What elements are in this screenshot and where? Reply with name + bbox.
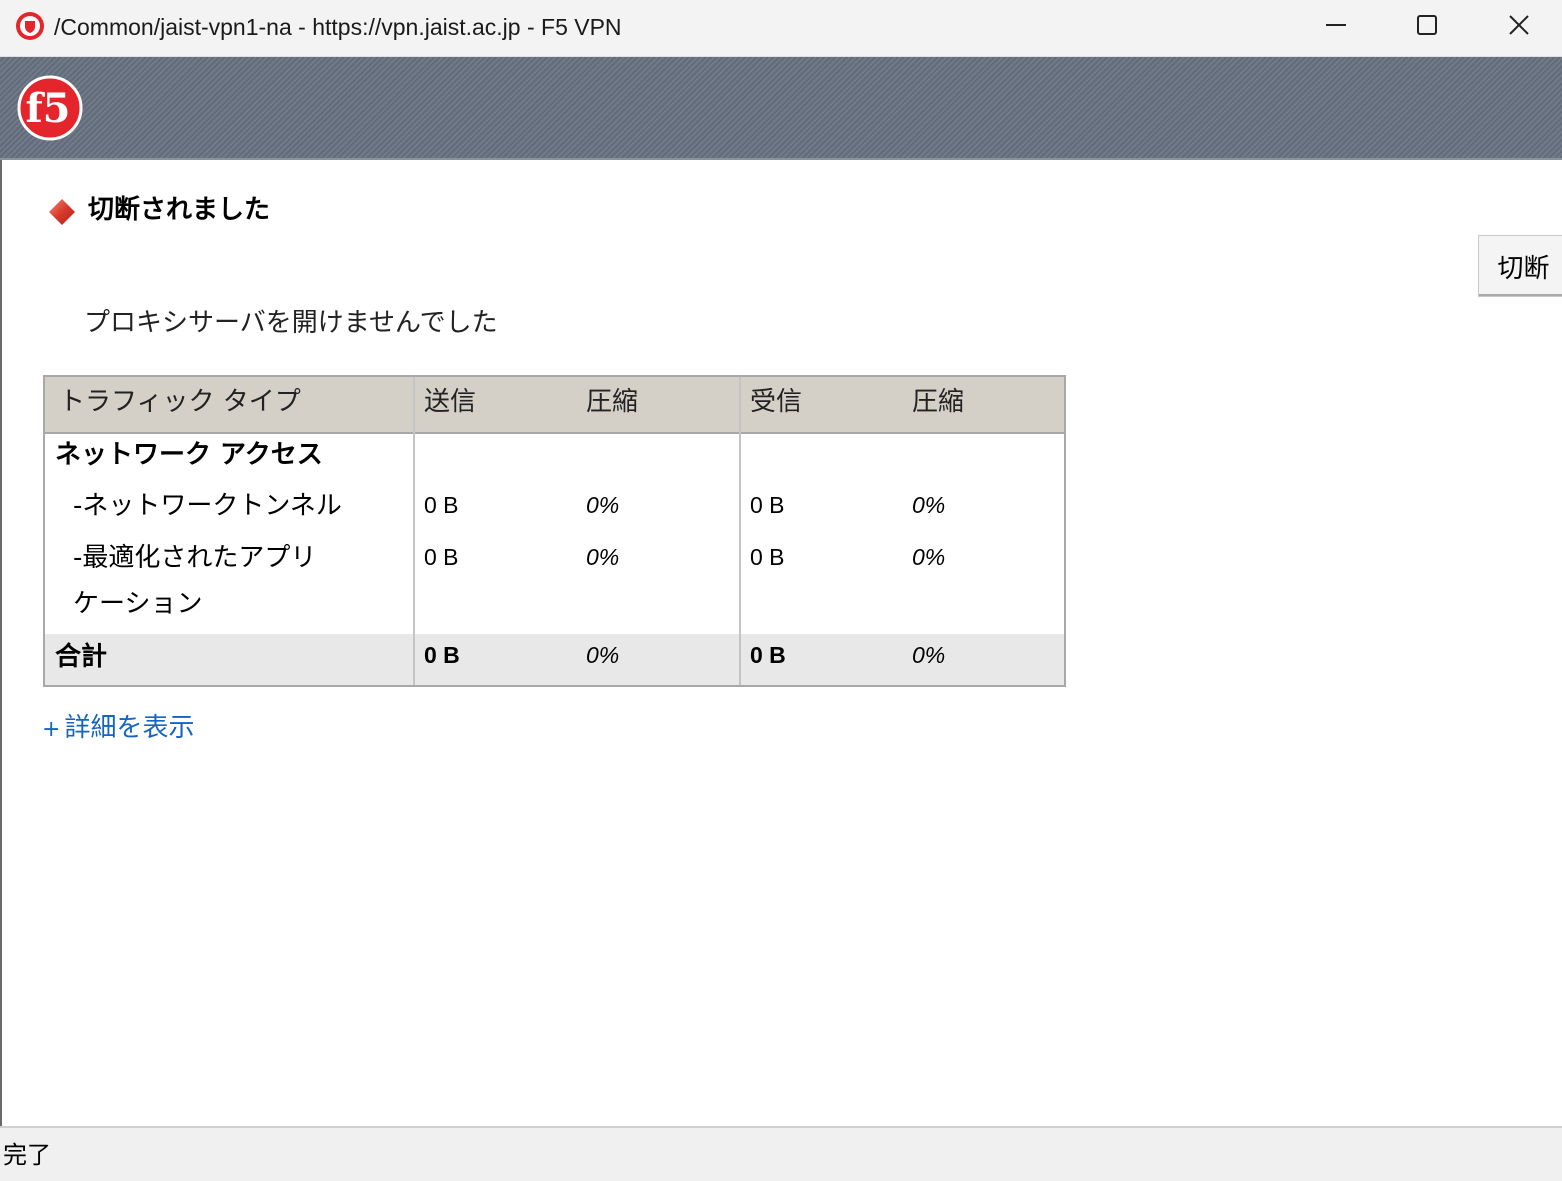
total-received-compression: 0% <box>912 642 946 668</box>
disconnect-button[interactable]: 切断 <box>1478 235 1562 297</box>
total-sent-compression: 0% <box>586 642 620 668</box>
total-label: 合計 <box>55 642 108 672</box>
connection-status: 切断されました <box>88 195 271 225</box>
row-network-tunnel-sent: 0 B <box>424 492 459 518</box>
window-title: /Common/jaist-vpn1-na - https://vpn.jais… <box>54 14 622 40</box>
minimize-icon <box>1326 24 1346 26</box>
row-optimized-apps-sent: 0 B <box>424 544 459 570</box>
red-diamond-icon <box>49 199 75 225</box>
header-sent-compression: 圧縮 <box>586 387 639 417</box>
row-optimized-apps-sent-compression: 0% <box>586 544 620 570</box>
window-titlebar: /Common/jaist-vpn1-na - https://vpn.jais… <box>0 0 1562 57</box>
column-divider <box>413 377 415 685</box>
error-message: プロキシサーバを開けませんでした <box>84 308 498 338</box>
column-divider <box>739 377 741 685</box>
status-bar-text: 完了 <box>3 1141 51 1169</box>
show-details-label: 詳細を表示 <box>64 713 195 743</box>
close-icon <box>1509 15 1529 35</box>
row-optimized-apps-received-compression: 0% <box>912 544 946 570</box>
total-received: 0 B <box>750 642 786 668</box>
row-network-tunnel-label: -ネットワークトンネル <box>73 491 342 521</box>
maximize-icon <box>1417 15 1437 35</box>
header-sent: 送信 <box>424 387 477 417</box>
header-banner: f5 <box>0 57 1562 160</box>
maximize-button[interactable] <box>1381 0 1473 50</box>
f5-app-icon <box>16 12 44 40</box>
header-received-compression: 圧縮 <box>912 387 965 417</box>
row-optimized-apps-label: -最適化されたアプリ <box>73 543 317 573</box>
row-network-tunnel-received-compression: 0% <box>912 492 946 518</box>
minimize-button[interactable] <box>1290 0 1382 50</box>
f5-logo: f5 <box>17 75 83 141</box>
section-network-access: ネットワーク アクセス <box>55 440 323 470</box>
expand-plus-icon: + <box>42 717 61 742</box>
header-traffic-type: トラフィック タイプ <box>59 387 301 417</box>
total-sent: 0 B <box>424 642 460 668</box>
traffic-table: トラフィック タイプ 送信 圧縮 受信 圧縮 ネットワーク アクセス -ネットワ… <box>43 375 1066 687</box>
header-received: 受信 <box>750 387 803 417</box>
status-bar: 完了 <box>0 1126 1562 1181</box>
row-optimized-apps-received: 0 B <box>750 544 785 570</box>
svg-text:f5: f5 <box>25 85 70 132</box>
row-optimized-apps-label-cont: ケーション <box>73 589 203 619</box>
row-network-tunnel-received: 0 B <box>750 492 785 518</box>
close-button[interactable] <box>1473 0 1562 50</box>
show-details-link[interactable]: + 詳細を表示 <box>42 711 194 747</box>
row-network-tunnel-sent-compression: 0% <box>586 492 620 518</box>
